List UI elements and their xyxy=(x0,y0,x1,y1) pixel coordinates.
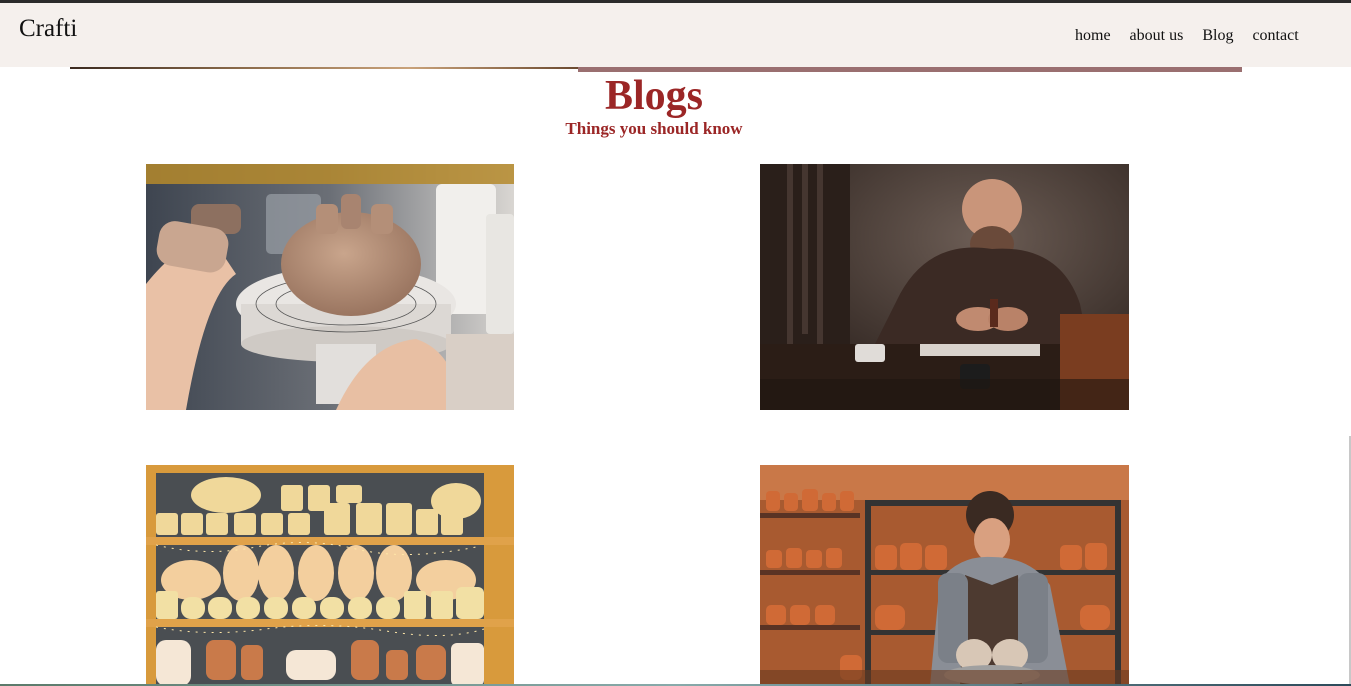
hero-image-edge xyxy=(70,67,578,69)
blog-card-image-3[interactable] xyxy=(146,465,514,686)
nav-about-link[interactable]: about us xyxy=(1130,27,1184,45)
nav-home-link[interactable]: home xyxy=(1075,27,1111,45)
nav-contact-link[interactable]: contact xyxy=(1252,27,1298,45)
navbar: Crafti home about us Blog contact xyxy=(0,3,1351,67)
nav-blog-link[interactable]: Blog xyxy=(1202,27,1233,45)
blog-card-image-1[interactable] xyxy=(146,164,514,410)
main-nav: home about us Blog contact xyxy=(1075,27,1318,45)
blog-card-image-2[interactable] xyxy=(760,164,1129,410)
page-subtitle: Things you should know xyxy=(565,119,743,138)
ceramic-shelves-photo xyxy=(146,465,514,686)
pottery-carving-photo xyxy=(146,164,514,410)
potter-wheel-photo xyxy=(760,465,1129,686)
leather-craftsman-photo xyxy=(760,164,1129,410)
brand-logo[interactable]: Crafti xyxy=(19,15,77,43)
blog-card-image-4[interactable] xyxy=(760,465,1129,686)
page-title: Blogs xyxy=(604,73,704,119)
